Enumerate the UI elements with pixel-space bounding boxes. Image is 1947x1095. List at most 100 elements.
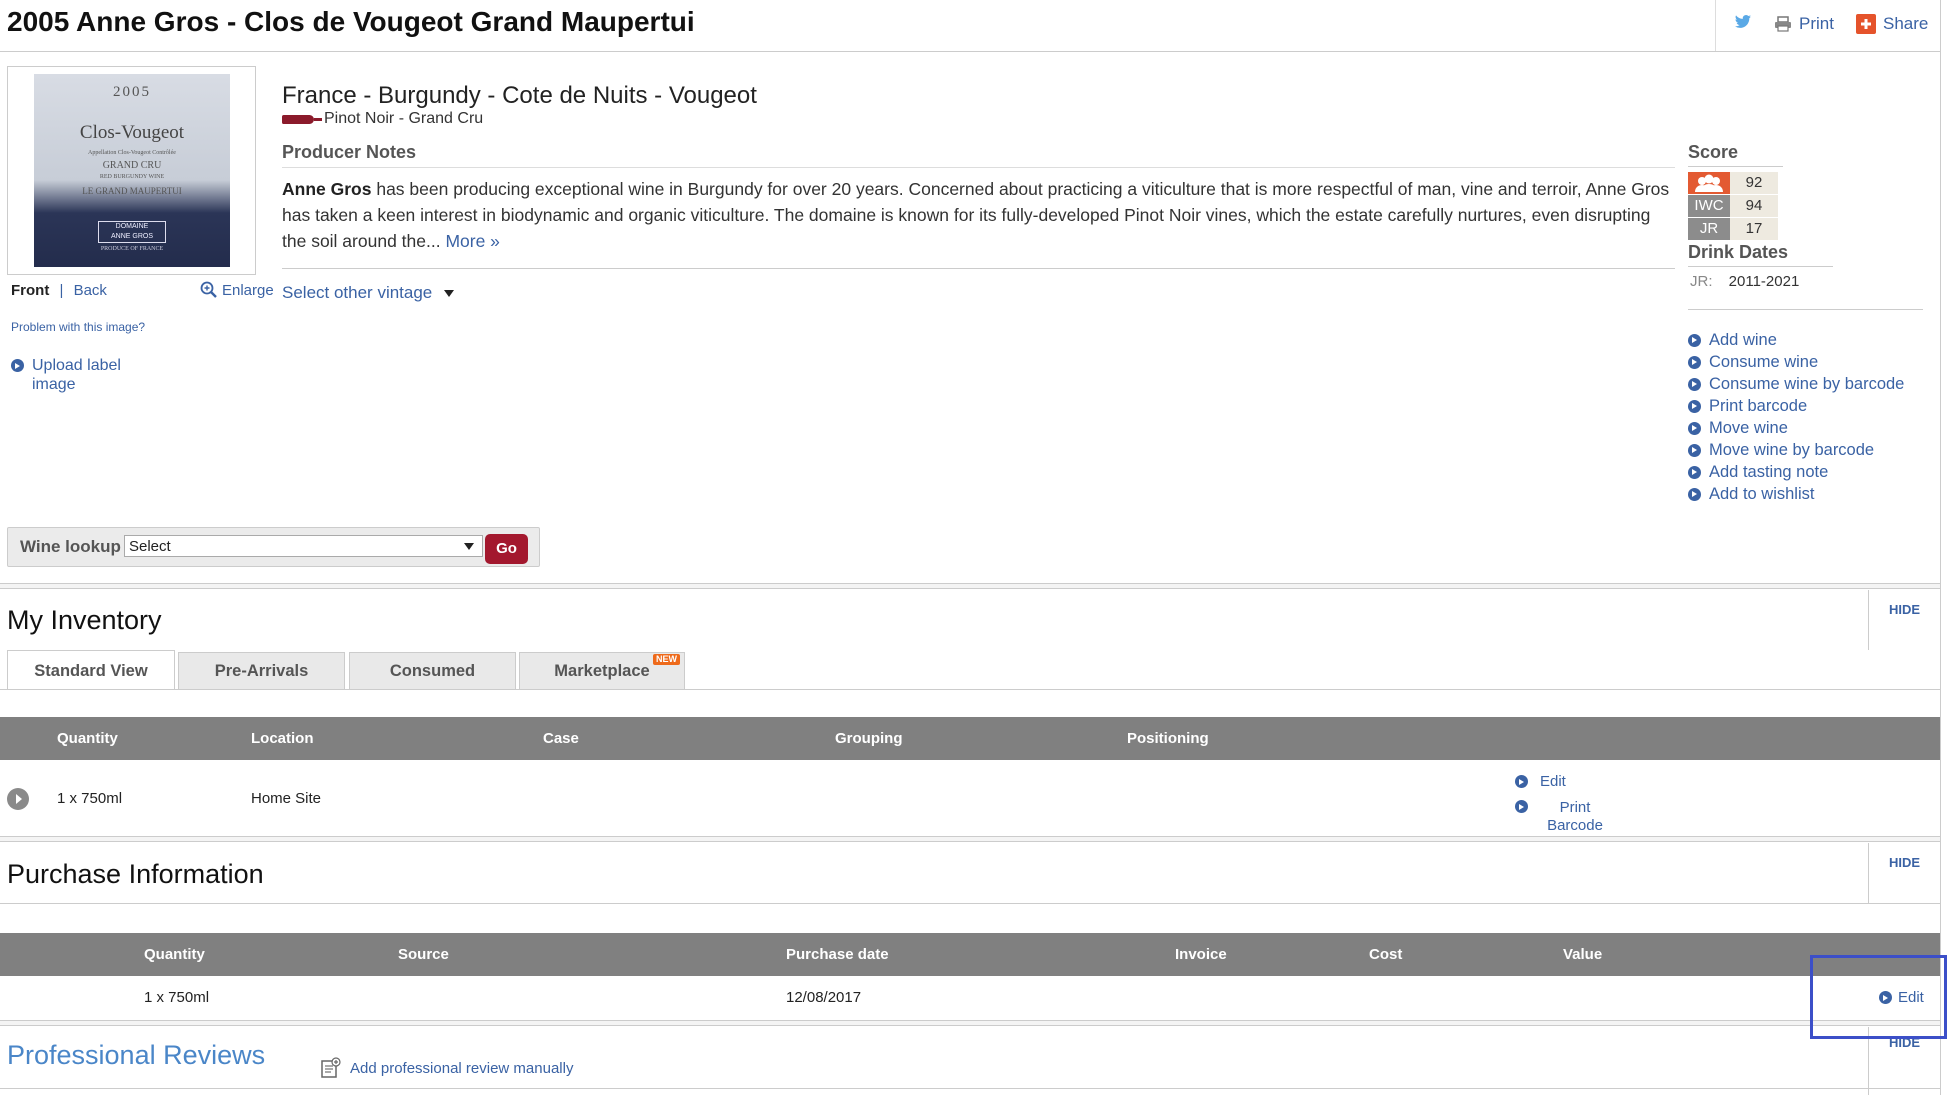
- action-label: Consume wine: [1709, 352, 1819, 371]
- column-header: Location: [251, 730, 314, 747]
- plus-icon: [1856, 14, 1876, 34]
- wine-actions-list: Add wine Consume wine Consume wine by ba…: [1688, 329, 1904, 505]
- move-wine-link[interactable]: Move wine: [1688, 417, 1904, 439]
- add-review-label: Add professional review manually: [350, 1059, 574, 1077]
- arrow-circle-icon: [1688, 421, 1701, 435]
- purchase-title: Purchase Information: [7, 859, 264, 889]
- consume-wine-link[interactable]: Consume wine: [1688, 351, 1904, 373]
- tab-pre-arrivals[interactable]: Pre-Arrivals: [178, 652, 345, 689]
- share-button[interactable]: Share: [1856, 14, 1928, 34]
- score-row: JR 17: [1688, 218, 1778, 240]
- score-heading: Score: [1688, 142, 1783, 167]
- arrow-circle-icon: [11, 359, 24, 372]
- purchase-hide-button[interactable]: HIDE: [1869, 855, 1940, 870]
- purchase-quantity: 1 x 750ml: [144, 989, 210, 1006]
- label-kind: RED BURGUNDY WINE: [99, 174, 165, 180]
- tab-consumed[interactable]: Consumed: [349, 652, 516, 689]
- tab-marketplace[interactable]: Marketplace NEW: [519, 652, 685, 689]
- label-grade: GRAND CRU: [102, 160, 162, 171]
- back-view-link[interactable]: Back: [74, 282, 107, 299]
- divider: [282, 268, 1675, 269]
- arrow-circle-icon: [1515, 800, 1528, 813]
- arrow-circle-icon: [1688, 377, 1701, 391]
- enlarge-link[interactable]: Enlarge: [200, 281, 274, 299]
- score-row: 92: [1688, 172, 1778, 194]
- action-label: Add tasting note: [1709, 462, 1829, 481]
- wine-lookup-select[interactable]: Select: [124, 535, 483, 557]
- arrow-circle-icon: [1688, 333, 1701, 347]
- inventory-print-barcode-link[interactable]: Print Barcode: [1515, 799, 1610, 835]
- print-button[interactable]: Print: [1774, 14, 1834, 34]
- upload-label-link[interactable]: Upload label image: [11, 356, 142, 394]
- problem-image-link[interactable]: Problem with this image?: [11, 320, 145, 334]
- label-appellation: Appellation Clos-Vougeot Contrôlée: [88, 150, 176, 156]
- column-header: Grouping: [835, 730, 903, 747]
- column-header: Source: [398, 946, 449, 963]
- inventory-hide-button[interactable]: HIDE: [1869, 602, 1940, 617]
- action-label: Move wine by barcode: [1709, 440, 1875, 459]
- print-barcode-link[interactable]: Print barcode: [1688, 395, 1904, 417]
- action-label: Move wine: [1709, 418, 1788, 437]
- add-review-link[interactable]: Add professional review manually: [320, 1057, 573, 1079]
- arrow-circle-icon: [1688, 399, 1701, 413]
- wine-lookup-bar: Wine lookup Select Go: [7, 527, 540, 567]
- score-value: 92: [1730, 172, 1778, 194]
- wine-varietal: Pinot Noir - Grand Cru: [282, 110, 483, 128]
- score-source: IWC: [1688, 195, 1730, 217]
- community-score-label: [1688, 172, 1730, 194]
- add-tasting-note-link[interactable]: Add tasting note: [1688, 461, 1904, 483]
- score-table: 92 IWC 94 JR 17: [1688, 172, 1778, 241]
- producer-notes: Anne Gros has been producing exceptional…: [282, 176, 1675, 254]
- score-value: 17: [1730, 218, 1778, 240]
- column-header: Quantity: [57, 730, 118, 747]
- drink-dates-source: JR:: [1690, 273, 1713, 290]
- column-header: Positioning: [1127, 730, 1209, 747]
- section-rule: [0, 903, 1940, 904]
- add-to-wishlist-link[interactable]: Add to wishlist: [1688, 483, 1904, 505]
- zoom-in-icon: [200, 281, 217, 298]
- action-label: Add wine: [1709, 330, 1777, 349]
- action-label: Consume wine by barcode: [1709, 374, 1905, 393]
- wine-region: France - Burgundy - Cote de Nuits - Voug…: [282, 82, 757, 109]
- inventory-edit-link[interactable]: Edit: [1515, 773, 1566, 790]
- enlarge-label: Enlarge: [222, 281, 274, 299]
- producer-name: Anne Gros: [282, 179, 372, 199]
- header-tools: Print Share: [1715, 0, 1940, 51]
- wine-label-image[interactable]: 2005 Clos-Vougeot Appellation Clos-Vouge…: [34, 74, 230, 267]
- section-divider: [0, 836, 1940, 842]
- score-row: IWC 94: [1688, 195, 1778, 217]
- drink-dates: JR: 2011-2021: [1690, 273, 1799, 290]
- column-header: Invoice: [1175, 946, 1227, 963]
- tab-standard-view[interactable]: Standard View: [7, 650, 175, 690]
- action-label: Print barcode: [1709, 396, 1808, 415]
- add-wine-link[interactable]: Add wine: [1688, 329, 1904, 351]
- divider: [1688, 309, 1923, 310]
- highlight-box: [1810, 955, 1947, 1039]
- share-label: Share: [1883, 14, 1929, 33]
- reviews-title[interactable]: Professional Reviews: [7, 1040, 265, 1071]
- front-view-label[interactable]: Front: [11, 282, 49, 299]
- more-link[interactable]: More »: [445, 231, 499, 251]
- column-header: Case: [543, 730, 579, 747]
- select-vintage-dropdown[interactable]: Select other vintage: [282, 283, 455, 303]
- label-domaine-line: ANNE GROS: [110, 233, 153, 240]
- chevron-down-icon: [464, 543, 474, 550]
- column-header: Purchase date: [786, 946, 889, 963]
- column-header: Quantity: [144, 946, 205, 963]
- varietal-text: Pinot Noir - Grand Cru: [324, 110, 484, 127]
- twitter-button[interactable]: [1734, 14, 1752, 30]
- drink-dates-range: 2011-2021: [1728, 273, 1800, 290]
- tabs-baseline: [0, 689, 1940, 690]
- expand-row-icon[interactable]: [7, 788, 29, 810]
- twitter-icon: [1735, 15, 1751, 28]
- label-view-toggle: Front | Back: [11, 282, 107, 299]
- go-button[interactable]: Go: [485, 534, 528, 564]
- inventory-location: Home Site: [251, 790, 322, 807]
- wine-bottle-icon: [282, 114, 322, 124]
- inventory-hide-cell: HIDE: [1868, 590, 1940, 650]
- inventory-table-header: Quantity Location Case Grouping Position…: [0, 717, 1940, 760]
- section-rule: [0, 1088, 1940, 1089]
- label-image-frame[interactable]: 2005 Clos-Vougeot Appellation Clos-Vouge…: [7, 66, 256, 275]
- consume-by-barcode-link[interactable]: Consume wine by barcode: [1688, 373, 1904, 395]
- move-by-barcode-link[interactable]: Move wine by barcode: [1688, 439, 1904, 461]
